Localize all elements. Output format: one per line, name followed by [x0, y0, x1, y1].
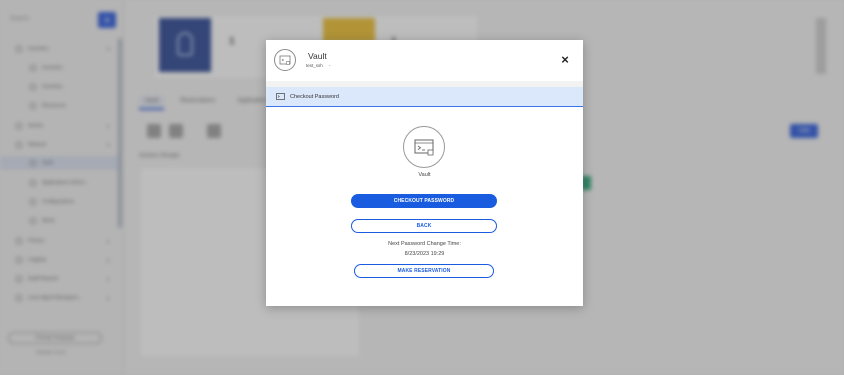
make-reservation-button[interactable]: MAKE RESERVATION: [354, 264, 494, 278]
next-change-time: 8/23/2023 19:29: [404, 251, 445, 257]
terminal-card-icon: [276, 93, 285, 100]
back-button[interactable]: BACK: [351, 219, 497, 233]
section-header: Checkout Password: [266, 87, 583, 107]
checkout-dialog: Vault test_ssh - × Checkout Password Vau…: [266, 40, 583, 306]
dialog-subtitle: test_ssh -: [306, 63, 331, 68]
vault-name: Vault: [418, 172, 431, 178]
next-change-label: Next Password Change Time:: [388, 241, 461, 247]
terminal-icon: [403, 126, 445, 168]
vault-terminal-icon: [274, 49, 296, 71]
close-icon[interactable]: ×: [558, 53, 572, 67]
checkout-password-button[interactable]: CHECKOUT PASSWORD: [351, 194, 497, 208]
dialog-header: Vault test_ssh - ×: [266, 40, 583, 81]
section-title: Checkout Password: [290, 93, 339, 100]
dialog-title: Vault: [308, 51, 327, 61]
